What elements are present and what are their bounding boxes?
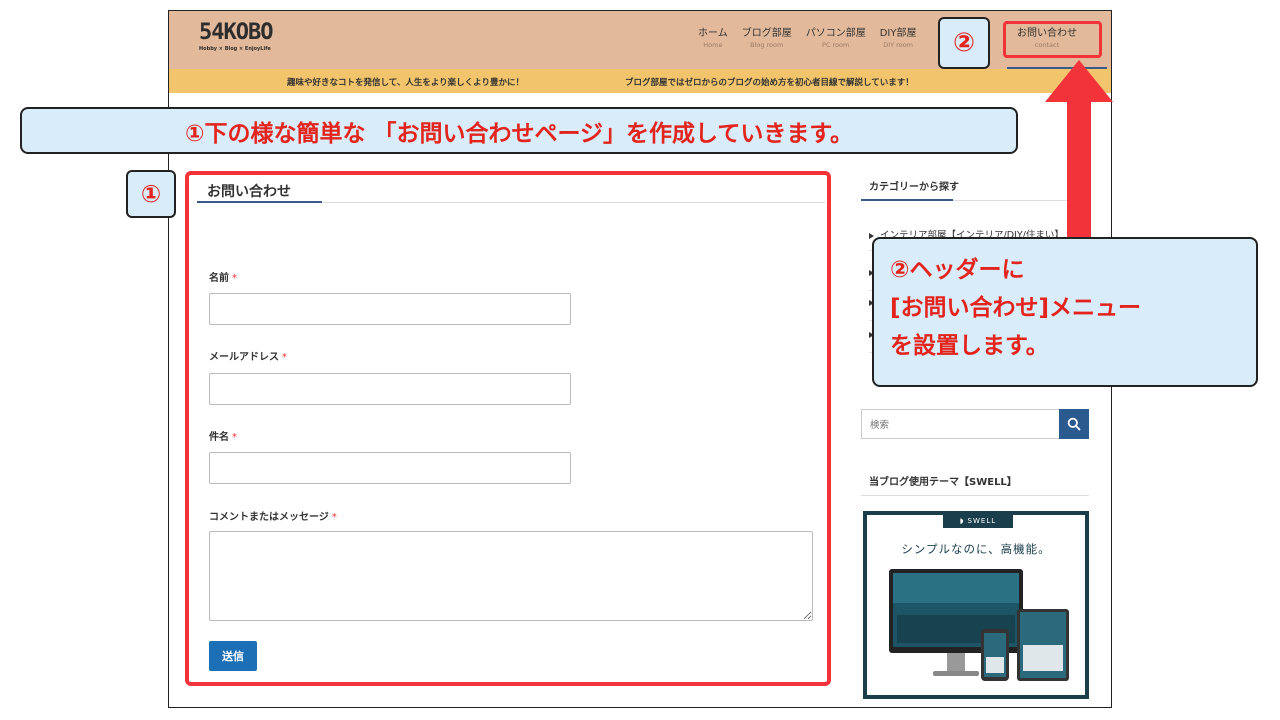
- nav-label: DIY部屋: [879, 28, 917, 39]
- annotation-frame-contact: [1003, 21, 1102, 58]
- annotation-frame-form: [185, 171, 831, 686]
- search-input[interactable]: 検索: [861, 409, 1059, 439]
- annotation-callout-right: ②ヘッダーに [お問い合わせ]メニュー を設置します。: [872, 237, 1258, 387]
- nav-item-diy-room[interactable]: DIY部屋 DIY room: [873, 27, 924, 50]
- callout-line: を設置します。: [890, 333, 1049, 359]
- nav-label: ホーム: [698, 28, 728, 39]
- nav-item-pc-room[interactable]: パソコン部屋 PC room: [799, 27, 873, 50]
- annotation-badge-1: ①: [126, 170, 176, 218]
- nav-item-blog-room[interactable]: ブログ部屋 Blog room: [735, 27, 799, 50]
- sidebar-theme-title: 当ブログ使用テーマ【SWELL】: [869, 477, 1017, 488]
- nav-label: ブログ部屋: [741, 28, 792, 39]
- search-button[interactable]: [1059, 409, 1089, 439]
- logo-tagline: Hobby × Blog × EnjoyLife: [199, 46, 271, 52]
- wave-icon: ◗: [959, 517, 965, 525]
- banner-text: シンプルなのに、高機能。: [901, 542, 1051, 556]
- callout-line: [お問い合わせ]メニュー: [890, 295, 1142, 321]
- swell-banner[interactable]: ◗ SWELL シンプルなのに、高機能。: [863, 511, 1089, 699]
- site-logo[interactable]: 54KOBO Hobby × Blog × EnjoyLife: [199, 20, 273, 53]
- sidebar-divider-accent: [861, 199, 953, 201]
- sidebar-category-title: カテゴリーから探す: [869, 182, 959, 193]
- banner-inner: ◗ SWELL シンプルなのに、高機能。: [867, 515, 1085, 695]
- info-bar: 趣味や好きなコトを発信して、人生をより楽しくより豊かに！ ブログ部屋ではゼロから…: [169, 69, 1111, 93]
- logo-text: 54KOBO: [199, 20, 273, 45]
- info-bar-right: ブログ部屋ではゼロからのブログの始め方を初心者目線で解説しています！: [625, 78, 914, 88]
- nav-sub: Blog room: [750, 41, 784, 49]
- devices-illustration: [889, 569, 1069, 681]
- screenshot-stage: 54KOBO Hobby × Blog × EnjoyLife ホーム Home…: [0, 0, 1280, 720]
- banner-tag: ◗ SWELL: [943, 515, 1013, 528]
- annotation-arrow-shaft: [1067, 100, 1091, 240]
- search-icon: [1067, 417, 1081, 431]
- banner-tag-text: SWELL: [967, 517, 997, 525]
- nav-sub: PC room: [822, 41, 850, 49]
- nav-item-home[interactable]: ホーム Home: [691, 27, 735, 50]
- annotation-arrow-head: [1045, 60, 1113, 102]
- annotation-callout-top: ①下の様な簡単な 「お問い合わせページ」を作成していきます。: [20, 107, 1018, 154]
- nav-label: パソコン部屋: [805, 28, 866, 39]
- sidebar-divider: [861, 495, 1089, 496]
- callout-line: ②ヘッダーに: [890, 257, 1025, 283]
- global-nav: ホーム Home ブログ部屋 Blog room パソコン部屋 PC room …: [691, 27, 1077, 50]
- bullet-icon: [869, 232, 874, 239]
- annotation-badge-2: ②: [938, 17, 990, 69]
- nav-sub: DIY room: [883, 41, 913, 49]
- nav-sub: Home: [703, 41, 723, 49]
- info-bar-left: 趣味や好きなコトを発信して、人生をより楽しくより豊かに！: [287, 78, 524, 88]
